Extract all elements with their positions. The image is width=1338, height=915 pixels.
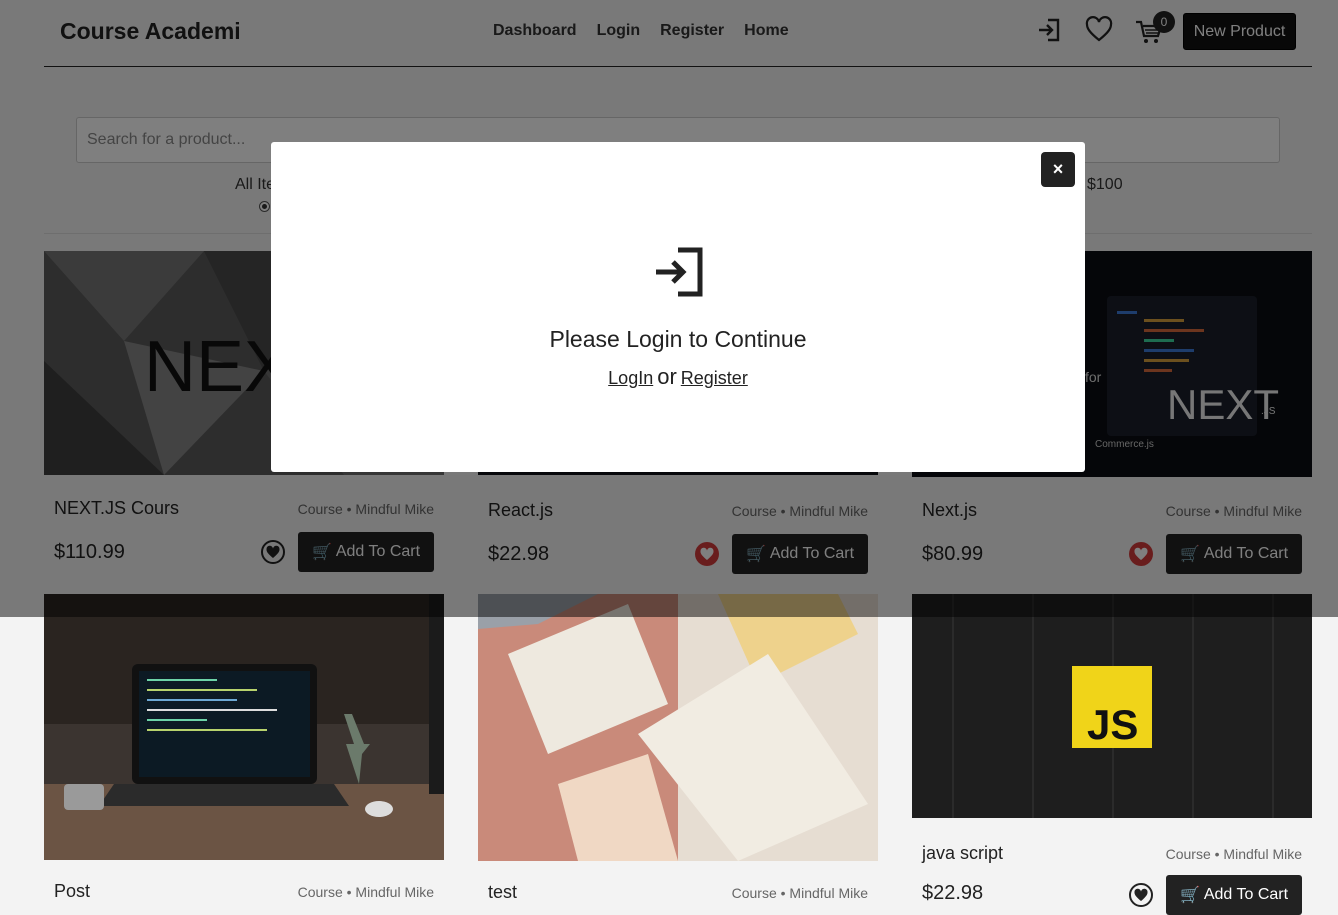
image-logo-text: JS bbox=[1087, 701, 1138, 748]
product-title[interactable]: java script bbox=[922, 843, 1003, 864]
login-required-modal: × Please Login to Continue LogIn or Regist… bbox=[271, 142, 1085, 472]
favorite-toggle-icon[interactable] bbox=[1128, 882, 1154, 908]
product-card: JS java script Course • Mindful Mike $22… bbox=[912, 594, 1312, 915]
modal-links: LogIn or Register bbox=[271, 364, 1085, 390]
add-to-cart-label: Add To Cart bbox=[1203, 886, 1289, 903]
storefront-page: Course Academi Dashboard Login Register … bbox=[0, 0, 1338, 915]
product-image-javascript[interactable]: JS bbox=[912, 594, 1312, 818]
product-meta: Course • Mindful Mike bbox=[297, 884, 434, 900]
product-meta: Course • Mindful Mike bbox=[1165, 846, 1302, 862]
product-image-laptop[interactable] bbox=[44, 594, 444, 860]
product-card: test Course • Mindful Mike bbox=[478, 594, 878, 902]
cart-small-icon: 🛒 bbox=[1179, 887, 1200, 904]
product-image-papers[interactable] bbox=[478, 594, 878, 861]
product-card: Post Course • Mindful Mike bbox=[44, 594, 444, 901]
modal-register-link[interactable]: Register bbox=[681, 368, 748, 388]
product-title[interactable]: Post bbox=[54, 881, 90, 902]
login-icon bbox=[656, 247, 703, 297]
product-price: $22.98 bbox=[922, 882, 984, 904]
modal-message: Please Login to Continue bbox=[549, 326, 807, 352]
modal-or-text: or bbox=[657, 364, 677, 389]
modal-login-link[interactable]: LogIn bbox=[608, 368, 653, 388]
modal-close-button[interactable]: × bbox=[1041, 152, 1075, 187]
product-meta: Course • Mindful Mike bbox=[731, 885, 868, 901]
add-to-cart-button[interactable]: 🛒Add To Cart bbox=[1166, 875, 1302, 915]
product-title[interactable]: test bbox=[488, 882, 517, 903]
